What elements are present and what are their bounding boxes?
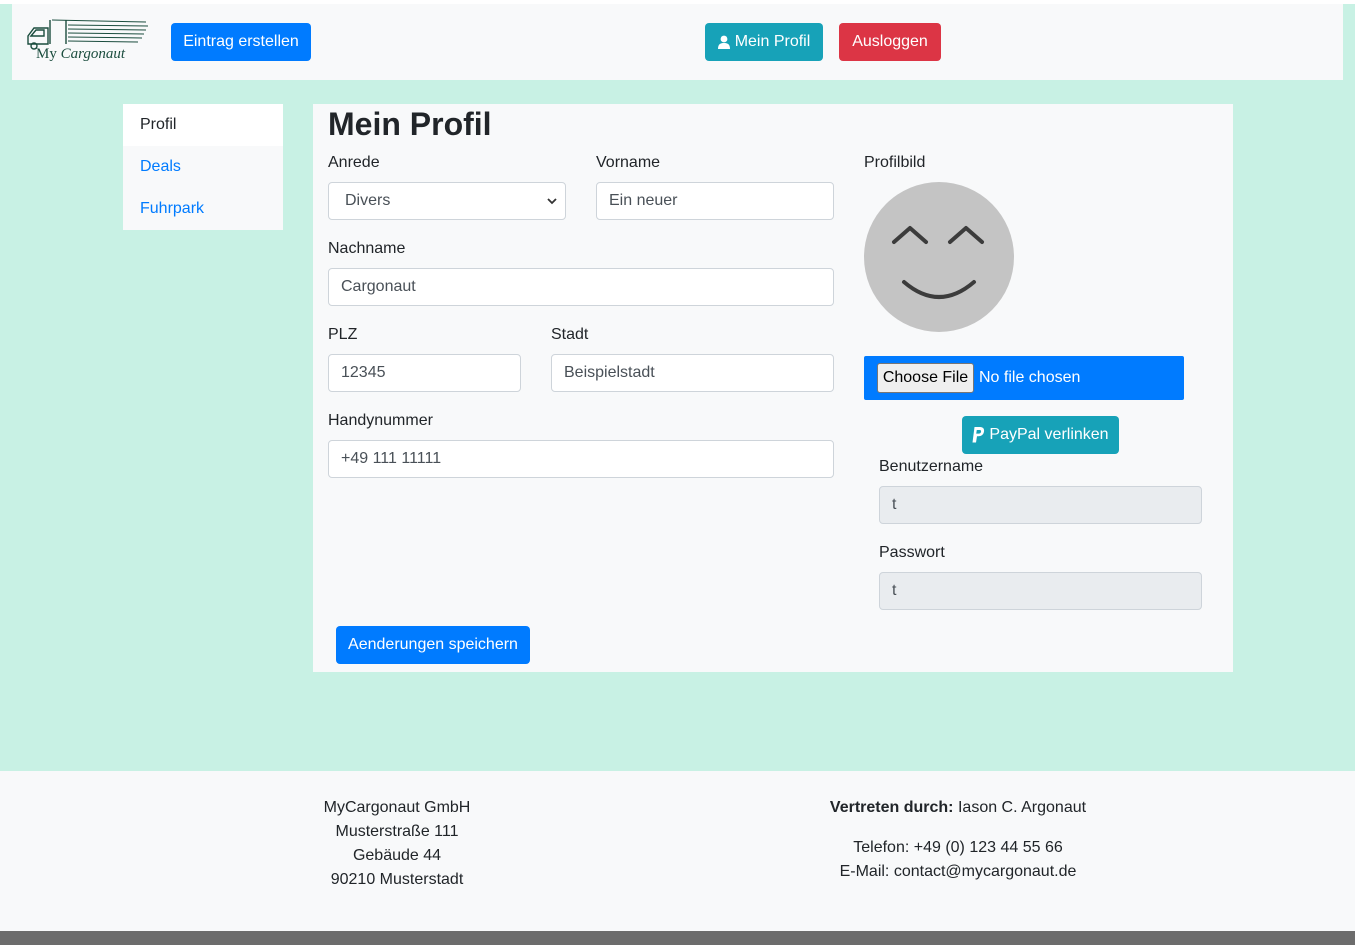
choose-file-button[interactable]: Choose File [877,363,974,393]
nachname-input[interactable]: Cargonaut [328,268,834,306]
plz-value: 12345 [341,364,386,381]
my-profile-label: Mein Profil [734,33,811,50]
anrede-select[interactable]: Divers [328,182,566,220]
navbar: My Cargonaut Eintrag erstellen Mein Prof… [12,4,1343,80]
footer-building: Gebäude 44 [352,847,442,864]
create-entry-label: Eintrag erstellen [183,33,299,50]
choose-file-label: Choose File [882,369,969,386]
footer-represented-name: Iason C. Argonaut [957,799,1087,816]
plz-label: PLZ [328,326,358,343]
footer: MyCargonaut GmbH Musterstraße 111 Gebäud… [0,771,1355,931]
handy-value: +49 111 11111 [341,450,442,467]
logout-label: Ausloggen [852,33,928,50]
footer-email[interactable]: E-Mail: contact@mycargonaut.de [798,860,1118,884]
stadt-value: Beispielstadt [564,364,655,381]
anrede-label: Anrede [328,154,380,171]
file-status-text: No file chosen [979,369,1081,386]
stadt-label: Stadt [551,326,589,343]
my-profile-button[interactable]: Mein Profil [705,23,823,61]
logout-button[interactable]: Ausloggen [839,23,941,61]
profilbild-label: Profilbild [864,154,926,171]
save-changes-label: Aenderungen speichern [348,636,518,653]
os-taskbar [0,931,1355,945]
sidebar-item-profil[interactable]: Profil [123,104,283,146]
nachname-value: Cargonaut [341,278,416,295]
brand-word-my: My [36,46,57,62]
footer-phone: Telefon: +49 (0) 123 44 55 66 [853,839,1063,856]
avatar-smiley-icon [864,182,1014,332]
page-title: Mein Profil [328,106,492,142]
profile-image-upload[interactable]: Choose File No file chosen [864,356,1184,400]
paypal-label: PayPal verlinken [989,426,1109,443]
footer-represented: Vertreten durch: Iason C. Argonaut [798,796,1118,820]
paypal-link-button[interactable]: PayPal verlinken [962,416,1119,454]
chevron-down-icon [547,198,557,205]
sidebar-item-fuhrpark[interactable]: Fuhrpark [123,188,283,230]
vorname-input[interactable]: Ein neuer [596,182,834,220]
brand-word-cargonaut: Cargonaut [60,46,126,62]
vorname-value: Ein neuer [609,192,678,209]
benutzername-value: t [892,496,897,513]
vorname-label: Vorname [596,154,661,171]
sidebar-item-label: Fuhrpark [140,200,205,217]
benutzername-input: t [879,486,1202,524]
brand-logo[interactable]: My Cargonaut [26,14,150,68]
footer-company: MyCargonaut GmbH [323,799,471,816]
profile-sidebar: Profil Deals Fuhrpark [123,104,283,230]
footer-street: Musterstraße 111 [335,823,459,840]
passwort-value: t [892,582,897,599]
brand-wordmark: My Cargonaut [36,46,125,63]
sidebar-item-label: Profil [140,116,177,133]
anrede-value: Divers [345,192,391,209]
footer-city: 90210 Musterstadt [330,871,464,888]
handy-input[interactable]: +49 111 11111 [328,440,834,478]
passwort-label: Passwort [879,544,945,561]
stadt-input[interactable]: Beispielstadt [551,354,834,392]
nachname-label: Nachname [328,240,406,257]
save-changes-button[interactable]: Aenderungen speichern [336,626,530,664]
footer-represented-label: Vertreten durch: [829,799,954,816]
footer-contact: Vertreten durch: Iason C. Argonaut Telef… [798,796,1118,884]
passwort-input: t [879,572,1202,610]
plz-input[interactable]: 12345 [328,354,521,392]
footer-address: MyCargonaut GmbH Musterstraße 111 Gebäud… [297,796,497,892]
sidebar-item-label: Deals [140,158,181,175]
profile-card: Mein Profil Anrede Divers Vorname Ein ne… [313,104,1233,672]
handy-label: Handynummer [328,412,433,429]
benutzername-label: Benutzername [879,458,984,475]
create-entry-button[interactable]: Eintrag erstellen [171,23,311,61]
paypal-icon [972,427,985,443]
user-icon [717,35,730,49]
sidebar-item-deals[interactable]: Deals [123,146,283,188]
